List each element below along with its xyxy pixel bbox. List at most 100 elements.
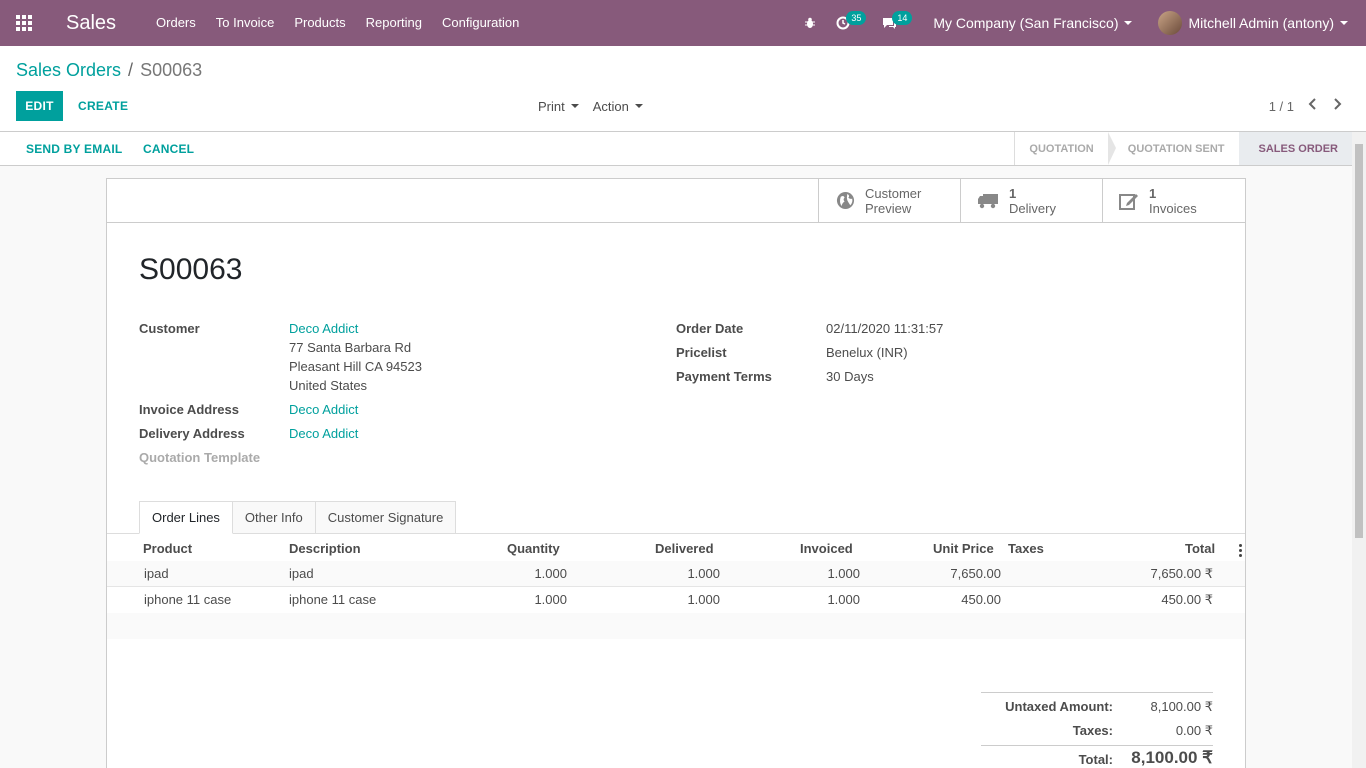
untaxed-amount-value: 8,100.00 ₹ bbox=[1150, 699, 1214, 714]
stage-quotation[interactable]: QUOTATION bbox=[1015, 132, 1117, 165]
col-unit-price[interactable]: Unit Price bbox=[933, 541, 994, 556]
col-quantity[interactable]: Quantity bbox=[507, 541, 560, 556]
breadcrumb-separator: / bbox=[128, 60, 134, 80]
customer-link[interactable]: Deco Addict bbox=[289, 321, 358, 336]
address-line-1: 77 Santa Barbara Rd bbox=[289, 340, 412, 355]
menu-products[interactable]: Products bbox=[284, 0, 355, 46]
invoice-address-link[interactable]: Deco Addict bbox=[289, 402, 358, 417]
cell-quantity: 1.000 bbox=[534, 592, 567, 607]
col-total[interactable]: Total bbox=[1185, 541, 1215, 556]
tab-customer-signature[interactable]: Customer Signature bbox=[314, 501, 457, 533]
avatar bbox=[1158, 11, 1183, 35]
caret-down-icon bbox=[570, 104, 579, 108]
cell-unit-price: 7,650.00 bbox=[950, 566, 1001, 581]
menu-to-invoice[interactable]: To Invoice bbox=[206, 0, 285, 46]
delivery-address-label: Delivery Address bbox=[139, 426, 245, 441]
user-menu[interactable]: Mitchell Admin (antony) bbox=[1144, 11, 1366, 35]
col-taxes[interactable]: Taxes bbox=[1008, 541, 1044, 556]
cell-product: iphone 11 case bbox=[144, 592, 232, 607]
menu-orders[interactable]: Orders bbox=[146, 0, 206, 46]
stage-quotation-sent[interactable]: QUOTATION SENT bbox=[1108, 132, 1247, 165]
customer-label: Customer bbox=[139, 321, 200, 336]
stage-sales-order[interactable]: SALES ORDER bbox=[1238, 132, 1352, 165]
menu-configuration[interactable]: Configuration bbox=[432, 0, 529, 46]
company-switcher[interactable]: My Company (San Francisco) bbox=[919, 15, 1144, 31]
cell-unit-price: 450.00 bbox=[961, 592, 1001, 607]
truck-icon bbox=[977, 191, 999, 211]
delivery-count: 1 bbox=[1009, 185, 1017, 201]
pricelist-value: Benelux (INR) bbox=[826, 345, 908, 360]
invoice-label: Invoices bbox=[1149, 200, 1197, 216]
payment-terms-label: Payment Terms bbox=[676, 369, 772, 384]
cell-invoiced: 1.000 bbox=[827, 566, 860, 581]
action-label: Action bbox=[592, 98, 629, 114]
scrollbar[interactable] bbox=[1352, 132, 1366, 768]
send-by-email-button[interactable]: SEND BY EMAIL bbox=[26, 132, 122, 165]
invoice-address-label: Invoice Address bbox=[139, 402, 239, 417]
control-panel: Sales Orders / S00063 EDIT CREATE Print … bbox=[0, 46, 1366, 132]
debug-bug-icon[interactable] bbox=[794, 0, 826, 46]
cancel-button[interactable]: CANCEL bbox=[143, 132, 194, 165]
order-date-label: Order Date bbox=[676, 321, 744, 336]
menu-reporting[interactable]: Reporting bbox=[356, 0, 432, 46]
globe-icon bbox=[835, 191, 855, 211]
print-label: Print bbox=[538, 98, 565, 114]
table-row[interactable]: ipad ipad 1.000 1.000 1.000 7,650.00 7,6… bbox=[107, 561, 1245, 587]
status-bar: SEND BY EMAIL CANCEL QUOTATION QUOTATION… bbox=[0, 132, 1352, 166]
empty-table-row bbox=[107, 613, 1245, 639]
totals-top-divider bbox=[981, 692, 1213, 693]
cell-quantity: 1.000 bbox=[534, 566, 567, 581]
tab-order-lines[interactable]: Order Lines bbox=[139, 501, 233, 534]
scrollbar-thumb[interactable] bbox=[1355, 144, 1363, 538]
app-name[interactable]: Sales bbox=[66, 12, 116, 35]
address-line-2: Pleasant Hill CA 94523 bbox=[289, 359, 422, 374]
invoices-button[interactable]: 1 Invoices bbox=[1102, 179, 1244, 222]
delivery-button[interactable]: 1 Delivery bbox=[960, 179, 1102, 222]
col-description[interactable]: Description bbox=[289, 541, 361, 556]
chevron-left-icon[interactable] bbox=[1308, 97, 1318, 115]
customer-preview-button[interactable]: Customer Preview bbox=[818, 179, 960, 222]
caret-down-icon bbox=[1340, 21, 1348, 25]
cell-delivered: 1.000 bbox=[687, 566, 720, 581]
message-count-badge: 14 bbox=[892, 11, 913, 25]
order-title: S00063 bbox=[139, 253, 243, 286]
company-name: My Company (San Francisco) bbox=[933, 15, 1119, 31]
order-lines-header: Product Description Quantity Delivered I… bbox=[107, 534, 1245, 562]
col-delivered[interactable]: Delivered bbox=[655, 541, 714, 556]
edit-button[interactable]: EDIT bbox=[16, 91, 63, 121]
notebook-tabs: Order Lines Other Info Customer Signatur… bbox=[139, 501, 457, 534]
col-invoiced[interactable]: Invoiced bbox=[800, 541, 853, 556]
address-line-3: United States bbox=[289, 378, 368, 393]
pager: 1 / 1 bbox=[1269, 91, 1342, 121]
activity-clock-icon[interactable]: 35 bbox=[826, 0, 867, 46]
pricelist-label: Pricelist bbox=[676, 345, 727, 360]
messages-chat-icon[interactable]: 14 bbox=[872, 0, 913, 46]
cell-total: 450.00 ₹ bbox=[1161, 592, 1213, 607]
col-product[interactable]: Product bbox=[143, 541, 192, 556]
print-dropdown[interactable]: Print bbox=[538, 99, 579, 114]
chevron-right-icon[interactable] bbox=[1332, 97, 1342, 115]
cell-invoiced: 1.000 bbox=[827, 592, 860, 607]
user-name: Mitchell Admin (antony) bbox=[1188, 15, 1334, 31]
pager-value[interactable]: 1 / 1 bbox=[1269, 99, 1294, 114]
total-label: Total: bbox=[1078, 752, 1113, 767]
totals-divider bbox=[981, 745, 1213, 746]
edit-pencil-icon bbox=[1119, 191, 1139, 211]
order-date-value: 02/11/2020 11:31:57 bbox=[826, 321, 944, 336]
create-button[interactable]: CREATE bbox=[78, 91, 128, 121]
preview-label-2: Preview bbox=[865, 200, 912, 216]
breadcrumb-current: S00063 bbox=[140, 60, 203, 80]
top-navbar: Sales Orders To Invoice Products Reporti… bbox=[0, 0, 1366, 46]
apps-menu-icon[interactable] bbox=[0, 0, 48, 46]
stage-pipeline: QUOTATION QUOTATION SENT SALES ORDER bbox=[1014, 132, 1352, 165]
tab-other-info[interactable]: Other Info bbox=[231, 501, 316, 533]
column-options-icon[interactable] bbox=[1239, 544, 1242, 557]
action-dropdown[interactable]: Action bbox=[593, 99, 643, 114]
delivery-address-link[interactable]: Deco Addict bbox=[289, 426, 358, 441]
invoice-count: 1 bbox=[1149, 185, 1157, 201]
breadcrumb-sales-orders[interactable]: Sales Orders bbox=[16, 60, 121, 81]
table-row[interactable]: iphone 11 case iphone 11 case 1.000 1.00… bbox=[107, 587, 1245, 613]
form-sheet: Customer Preview 1 Delivery 1 Invoices S000… bbox=[106, 178, 1246, 768]
taxes-label: Taxes: bbox=[1072, 723, 1113, 738]
untaxed-amount-label: Untaxed Amount: bbox=[1005, 699, 1113, 714]
